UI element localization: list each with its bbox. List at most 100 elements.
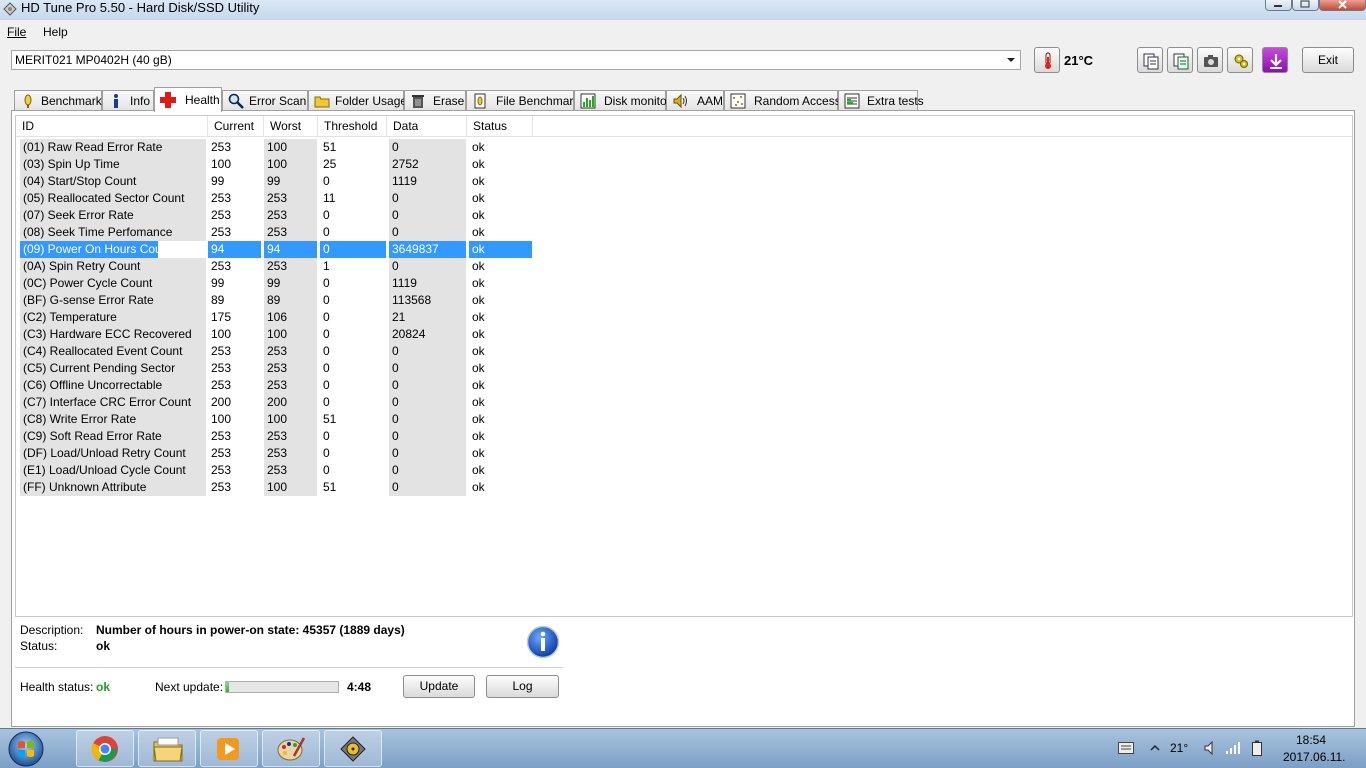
table-row[interactable]: (0C) Power Cycle Count 99 99 0 1119 ok [20,275,532,292]
network-signal-icon[interactable] [1225,741,1241,755]
table-row[interactable]: (0A) Spin Retry Count 253 253 1 0 ok [20,258,532,275]
current-value-cell: 253 [211,378,232,392]
keyboard-icon[interactable] [1118,742,1134,754]
current-value-cell: 253 [211,259,232,273]
window-title: HD Tune Pro 5.50 - Hard Disk/SSD Utility [21,0,260,15]
menu-help[interactable]: Help [43,24,68,40]
table-row[interactable]: (C2) Temperature 175 106 0 21 ok [20,309,532,326]
column-header-data[interactable]: Data [387,116,467,137]
attribute-id-cell: (C2) Temperature [20,309,206,326]
threshold-value-cell: 51 [323,480,337,494]
column-header-worst[interactable]: Worst [264,116,318,137]
table-row[interactable]: (C6) Offline Uncorrectable 253 253 0 0 ok [20,377,532,394]
table-row[interactable]: (C5) Current Pending Sector 253 253 0 0 ok [20,360,532,377]
raw-data-cell: 21 [389,309,466,326]
log-button[interactable]: Log [486,675,559,698]
column-header-id[interactable]: ID [16,116,208,137]
battery-icon[interactable] [1251,740,1263,756]
copy-all-button[interactable] [1167,47,1193,73]
options-button[interactable] [1227,47,1253,73]
attribute-status-cell: ok [472,310,485,324]
show-hidden-icons-icon[interactable] [1150,743,1160,753]
raw-data-cell: 0 [389,224,466,241]
attribute-id-cell: (04) Start/Stop Count [20,173,206,190]
tab-erase[interactable]: Erase [404,90,466,111]
table-row[interactable]: (04) Start/Stop Count 99 99 0 1119 ok [20,173,532,190]
table-row[interactable]: (DF) Load/Unload Retry Count 253 253 0 0 ok [20,445,532,462]
save-button[interactable] [1262,47,1288,73]
taskbar-explorer[interactable] [138,730,196,767]
raw-data-cell: 0 [389,479,466,496]
column-header-status[interactable]: Status [467,116,533,137]
attribute-id-cell: (DF) Load/Unload Retry Count [20,445,206,462]
tab-random-access-label: Random Access [754,94,841,108]
tab-extra-tests[interactable]: Extra tests [838,90,924,111]
tab-folder-usage[interactable]: Folder Usage [308,90,407,111]
current-value-cell: 99 [211,174,225,188]
table-row[interactable]: (C7) Interface CRC Error Count 200 200 0 0 ok [20,394,532,411]
maximize-button[interactable] [1292,0,1319,11]
table-row[interactable]: (01) Raw Read Error Rate 253 100 51 0 ok [20,139,532,156]
attribute-status-cell: ok [472,259,485,273]
table-row[interactable]: (09) Power On Hours Count 94 94 0 3649837 ok [20,241,532,258]
minimize-button[interactable] [1265,0,1292,11]
threshold-value-cell: 0 [323,463,330,477]
table-row[interactable]: (C9) Soft Read Error Rate 253 253 0 0 ok [20,428,532,445]
taskbar-paint[interactable] [262,730,320,767]
health-cross-icon [160,92,176,108]
tab-info[interactable]: Info [102,90,154,111]
raw-data-cell: 1119 [389,173,466,190]
drive-select[interactable]: MERIT021 MP0402H (40 gB) [11,50,1021,70]
temperature-button[interactable] [1034,47,1060,73]
tab-disk-monitor[interactable]: Disk monitor [574,90,671,111]
raw-data-cell: 113568 [389,292,466,309]
table-row[interactable]: (08) Seek Time Perfomance 253 253 0 0 ok [20,224,532,241]
tray-temperature: 21° [1170,741,1189,755]
raw-data-cell: 0 [389,190,466,207]
tab-health[interactable]: Health [154,87,222,112]
tab-random-access[interactable]: Random Access [724,90,841,111]
column-header-threshold[interactable]: Threshold [318,116,387,137]
copy-text-button[interactable] [1137,47,1163,73]
close-button[interactable] [1319,0,1366,11]
raw-data-cell: 20824 [389,326,466,343]
table-row[interactable]: (C8) Write Error Rate 100 100 51 0 ok [20,411,532,428]
attribute-id-cell: (C7) Interface CRC Error Count [20,394,206,411]
taskbar-chrome[interactable] [76,730,134,767]
smart-table[interactable]: ID Current Worst Threshold Data Status (… [15,115,1353,617]
threshold-value-cell: 11 [323,191,336,205]
taskbar-media-player[interactable] [200,730,258,767]
worst-value-cell: 100 [264,326,317,343]
table-row[interactable]: (FF) Unknown Attribute 253 100 51 0 ok [20,479,532,496]
column-header-current[interactable]: Current [208,116,264,137]
taskbar-hd-tune[interactable] [324,730,382,767]
tab-file-benchmark[interactable]: File Benchmark [466,90,579,111]
menu-file[interactable]: File [7,24,26,40]
worst-value-cell: 253 [264,224,317,241]
threshold-value-cell: 0 [323,225,330,239]
tab-error-scan[interactable]: Error Scan [222,90,308,111]
table-row[interactable]: (BF) G-sense Error Rate 89 89 0 113568 ok [20,292,532,309]
attribute-status-cell: ok [472,140,485,154]
table-row[interactable]: (03) Spin Up Time 100 100 25 2752 ok [20,156,532,173]
update-button[interactable]: Update [403,675,475,698]
volume-icon[interactable] [1204,741,1218,755]
table-row[interactable]: (C4) Reallocated Event Count 253 253 0 0 ok [20,343,532,360]
tab-benchmark[interactable]: Benchmark [14,90,102,111]
tab-error-scan-label: Error Scan [249,94,307,108]
exit-button[interactable]: Exit [1302,47,1354,73]
tab-aam[interactable]: AAM [666,90,724,111]
table-row[interactable]: (E1) Load/Unload Cycle Count 253 253 0 0 ok [20,462,532,479]
screenshot-button[interactable] [1197,47,1223,73]
start-button-icon[interactable] [6,730,46,768]
table-row[interactable]: (07) Seek Error Rate 253 253 0 0 ok [20,207,532,224]
threshold-value-cell: 0 [323,208,330,222]
maximize-icon [1300,0,1310,8]
clock-date[interactable]: 2017.06.11. [1283,750,1346,764]
table-row[interactable]: (05) Reallocated Sector Count 253 253 11 0 ok [20,190,532,207]
description-text: Number of hours in power-on state: 45357… [96,623,405,637]
table-row[interactable]: (C3) Hardware ECC Recovered 100 100 0 20824 o… [20,326,532,343]
clock-time[interactable]: 18:54 [1296,733,1326,747]
taskbar [0,728,1366,768]
file-explorer-icon [153,737,183,762]
